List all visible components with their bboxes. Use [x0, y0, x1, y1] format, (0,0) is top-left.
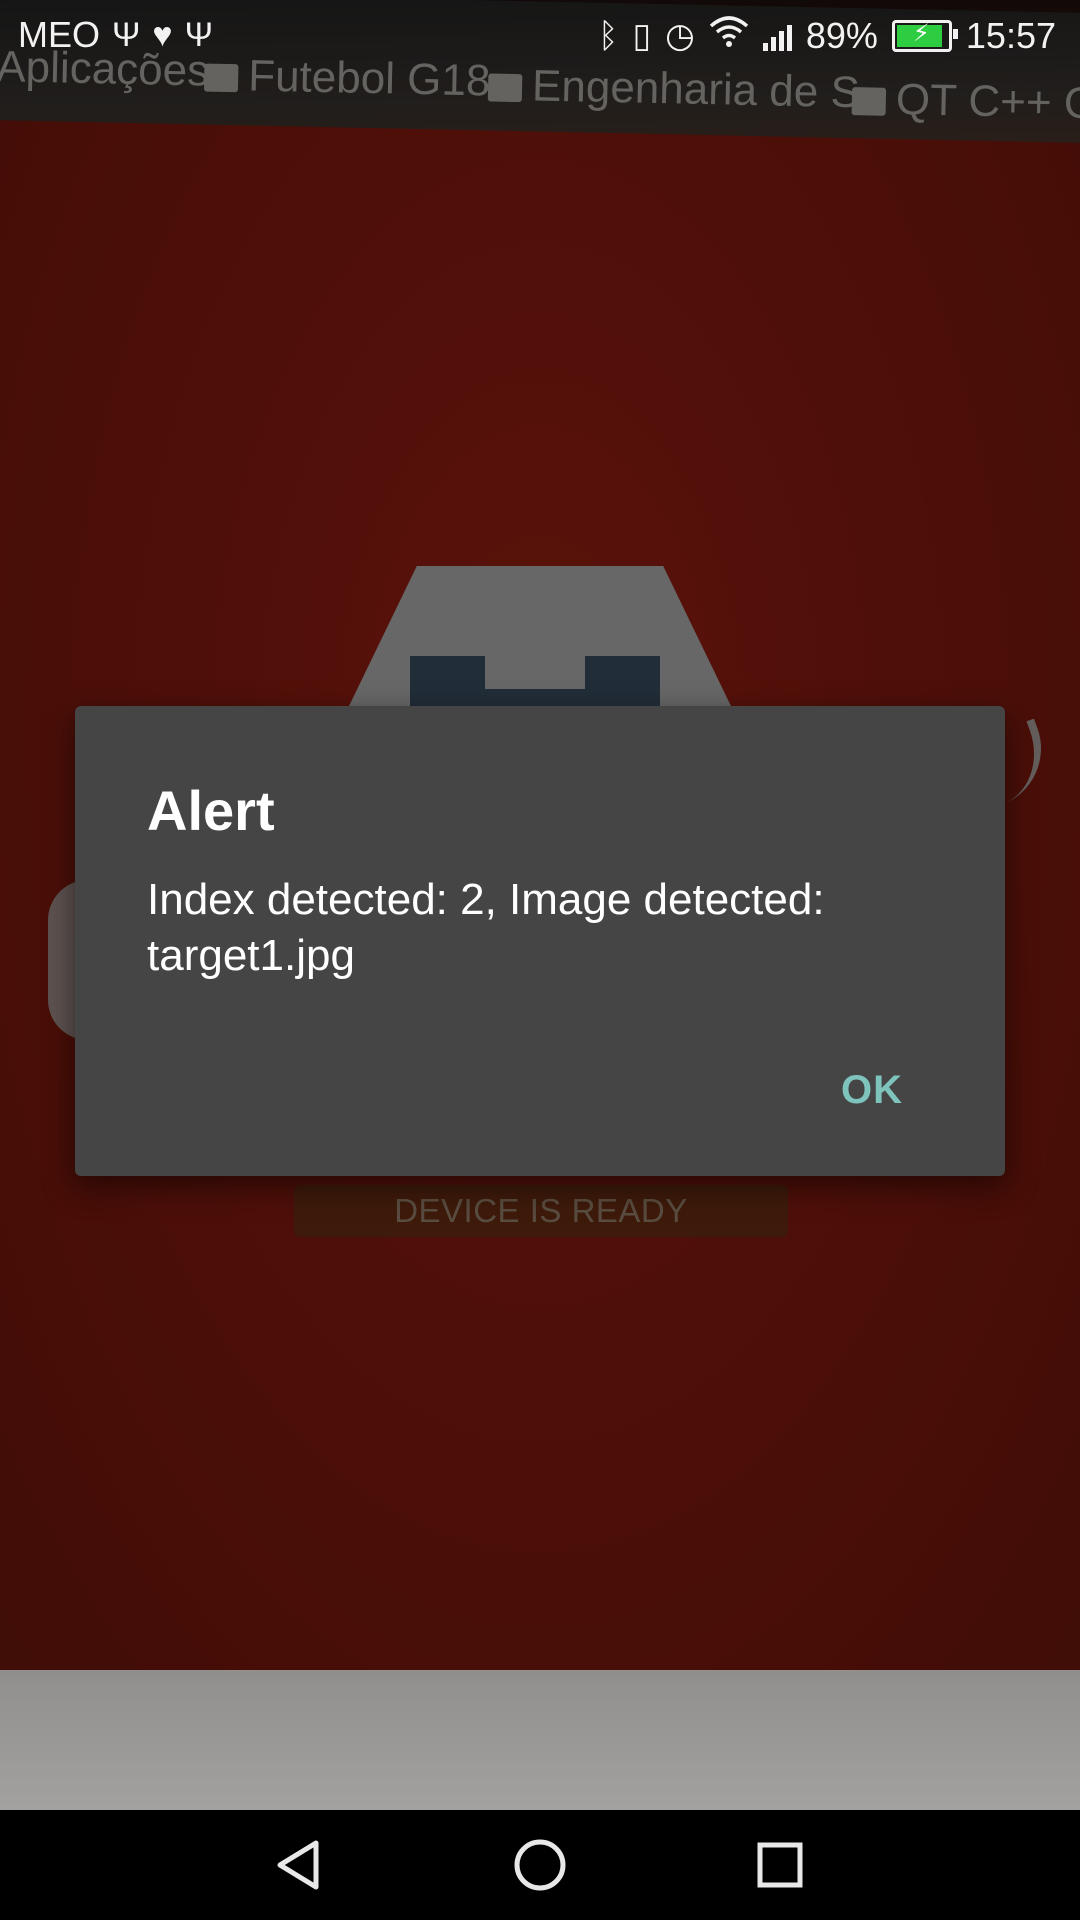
dialog-message: Index detected: 2, Image detected: targe… [147, 875, 825, 980]
dialog-title: Alert [147, 779, 275, 842]
bluetooth-icon: ᛒ [598, 16, 619, 55]
navigation-bar [0, 1810, 1080, 1920]
vibrate-icon: ▯ [632, 16, 652, 55]
wifi-glyph [709, 16, 749, 47]
signal-icon [762, 21, 792, 51]
charging-bolt-icon: ⚡ [912, 19, 930, 47]
health-icon: ♥ [152, 16, 173, 54]
ok-button[interactable]: OK [841, 1068, 903, 1113]
home-icon [514, 1839, 566, 1891]
clock: 15:57 [965, 14, 1056, 56]
alert-dialog: Alert Index detected: 2, Image detected:… [75, 706, 1005, 1176]
status-bar: MEO Ψ ♥ Ψ ᛒ ▯ ◷ 89% ⚡ 15:57 [0, 0, 1080, 72]
back-icon [277, 1840, 319, 1890]
battery-icon: ⚡ [891, 19, 958, 52]
battery-percent: 89% [805, 14, 878, 56]
recents-button[interactable] [750, 1835, 810, 1895]
alarm-icon: ◷ [665, 16, 695, 55]
usb-icon: Ψ [184, 16, 214, 54]
wifi-icon [709, 14, 749, 57]
usb-icon: Ψ [112, 16, 141, 54]
carrier-label: MEO [18, 14, 101, 55]
phone-screen: Aplicações Futebol G18 Engenharia de S Q… [0, 0, 1080, 1920]
home-button[interactable] [510, 1835, 570, 1895]
back-button[interactable] [270, 1835, 330, 1895]
recents-icon [757, 1842, 803, 1888]
